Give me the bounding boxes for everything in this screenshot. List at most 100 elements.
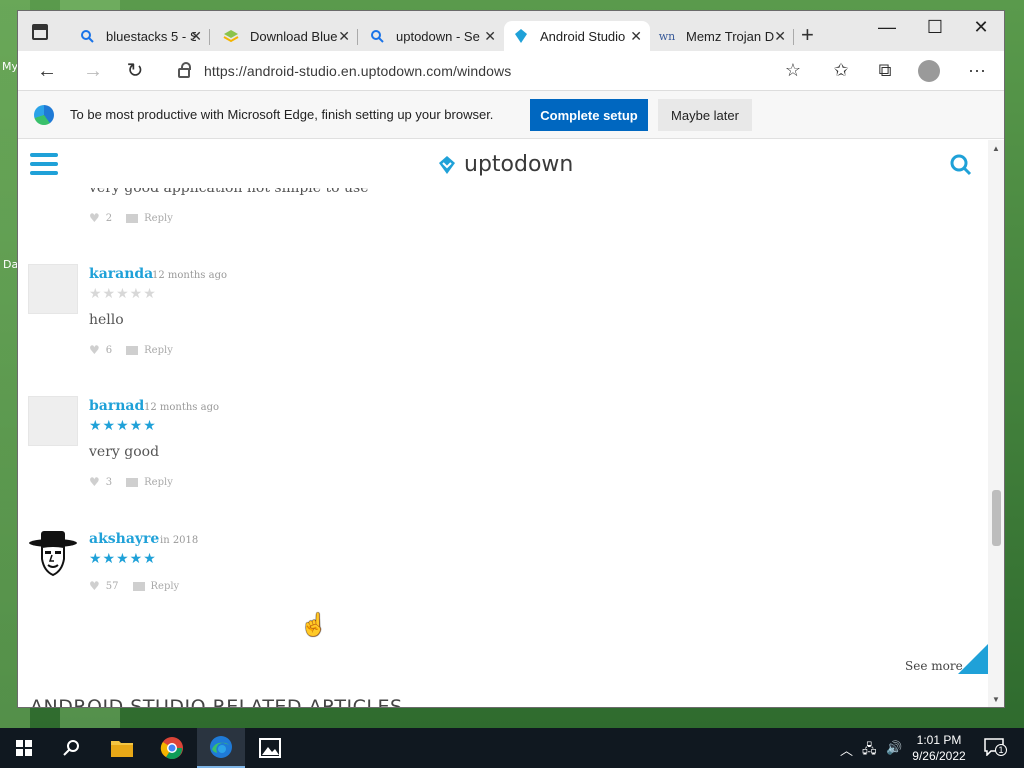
heart-icon[interactable]: ♥ xyxy=(89,211,100,225)
reply-icon[interactable] xyxy=(126,477,139,487)
start-icon[interactable] xyxy=(0,728,48,768)
uptodown-logo-icon xyxy=(439,155,455,174)
close-icon[interactable]: ✕ xyxy=(630,28,642,45)
edge-icon[interactable] xyxy=(197,728,245,768)
volume-icon[interactable]: 🔊 xyxy=(886,740,902,756)
reply-icon[interactable] xyxy=(126,345,139,355)
system-clock[interactable]: 1:01 PM 9/26/2022 xyxy=(904,732,974,764)
desktop-icon-label[interactable]: My xyxy=(2,60,18,73)
search-icon xyxy=(368,28,386,44)
site-logo[interactable]: uptodown xyxy=(436,152,573,177)
reply-icon[interactable] xyxy=(126,213,139,223)
avatar xyxy=(28,529,78,579)
notification-icon[interactable]: 1 xyxy=(984,738,1007,759)
network-icon[interactable]: 🖧 xyxy=(862,740,877,762)
new-tab-icon[interactable]: + xyxy=(801,24,814,46)
see-more-link[interactable]: See more xyxy=(905,659,963,673)
comment-time: 12 months ago xyxy=(152,270,227,281)
comment-actions: ♥ 3 Reply xyxy=(89,475,173,489)
forward-icon[interactable]: → xyxy=(80,58,106,84)
comment-text: hello xyxy=(89,312,124,328)
tab-download-bluestacks[interactable]: Download Blue ✕ xyxy=(214,21,358,51)
file-explorer-icon[interactable] xyxy=(98,728,146,768)
search-icon xyxy=(78,28,96,44)
search-icon[interactable] xyxy=(48,728,96,768)
maybe-later-button[interactable]: Maybe later xyxy=(658,99,752,131)
infobar-message: To be most productive with Microsoft Edg… xyxy=(70,107,494,122)
back-icon[interactable]: ← xyxy=(34,58,60,84)
photos-icon[interactable] xyxy=(246,728,294,768)
reply-link[interactable]: Reply xyxy=(151,581,180,592)
menu-icon[interactable] xyxy=(30,153,58,175)
tab-separator xyxy=(357,29,358,45)
edge-setup-infobar: To be most productive with Microsoft Edg… xyxy=(18,91,1004,139)
collections-icon[interactable]: ⧉ xyxy=(872,60,898,81)
tab-separator xyxy=(793,29,794,45)
lock-icon[interactable] xyxy=(178,62,191,78)
scrollbar-thumb[interactable] xyxy=(992,490,1001,546)
comment-author[interactable]: barnad xyxy=(89,398,144,414)
close-icon[interactable]: ✕ xyxy=(190,28,202,45)
heart-icon[interactable]: ♥ xyxy=(89,475,100,489)
avatar xyxy=(28,396,78,446)
reply-icon[interactable] xyxy=(132,581,145,591)
desktop-icon-label[interactable]: Da xyxy=(3,258,18,271)
scroll-up-icon[interactable]: ▲ xyxy=(992,144,1000,153)
clock-date: 9/26/2022 xyxy=(912,749,966,763)
address-bar[interactable]: https://android-studio.en.uptodown.com/w… xyxy=(164,57,814,85)
close-icon[interactable]: ✕ xyxy=(338,28,350,45)
page-scrollbar[interactable]: ▲ ▼ xyxy=(988,140,1004,707)
taskbar: ︿ 🖧 🔊 1:01 PM 9/26/2022 1 xyxy=(0,728,1024,768)
reply-link[interactable]: Reply xyxy=(144,345,173,356)
more-menu-icon[interactable]: ··· xyxy=(964,60,990,81)
comment-time: in 2018 xyxy=(160,535,199,546)
minimize-icon[interactable]: — xyxy=(872,17,902,38)
tab-title: uptodown - Se xyxy=(396,28,480,44)
comment-time: 12 months ago xyxy=(144,402,219,413)
page-content: uptodown very good application not simpl… xyxy=(18,140,988,708)
complete-setup-button[interactable]: Complete setup xyxy=(530,99,648,131)
rating-stars: ★★★★★ xyxy=(89,285,157,301)
comment-author[interactable]: karanda xyxy=(89,266,153,282)
heart-icon[interactable]: ♥ xyxy=(89,579,100,593)
maximize-icon[interactable]: ☐ xyxy=(920,17,950,38)
tab-strip: bluestacks 5 - S ✕ Download Blue ✕ uptod… xyxy=(18,11,1004,51)
tab-title: bluestacks 5 - S xyxy=(106,28,196,44)
wn-icon: wn xyxy=(658,29,676,43)
hat-man-avatar-icon xyxy=(29,531,77,577)
like-count: 3 xyxy=(105,476,113,488)
heart-icon[interactable]: ♥ xyxy=(89,343,100,357)
reply-link[interactable]: Reply xyxy=(144,213,173,224)
comment-author[interactable]: akshayre xyxy=(89,531,159,547)
bluestacks-icon xyxy=(222,28,240,44)
comment-actions: ♥ 57 Reply xyxy=(89,579,179,593)
search-icon[interactable] xyxy=(950,154,972,176)
see-more-corner[interactable] xyxy=(958,644,988,674)
comment-actions: ♥ 2 Reply xyxy=(89,211,173,225)
like-count: 2 xyxy=(105,212,113,224)
add-favorite-icon[interactable]: ☆ xyxy=(780,60,806,81)
tab-title: Memz Trojan D xyxy=(686,28,775,44)
comment-text: very good xyxy=(89,444,160,460)
scroll-down-icon[interactable]: ▼ xyxy=(992,695,1000,704)
url-text[interactable]: https://android-studio.en.uptodown.com/w… xyxy=(204,63,511,79)
like-count: 57 xyxy=(105,580,119,592)
related-articles-heading: ANDROID STUDIO RELATED ARTICLES xyxy=(30,696,403,708)
tab-uptodown-search[interactable]: uptodown - Se ✕ xyxy=(360,21,504,51)
favorites-icon[interactable]: ✩ xyxy=(828,60,854,81)
show-hidden-icons-icon[interactable]: ︿ xyxy=(840,740,853,759)
tab-memz-trojan[interactable]: wn Memz Trojan D ✕ xyxy=(650,21,794,51)
tab-android-studio[interactable]: Android Studio ✕ xyxy=(504,21,650,51)
tab-bluestacks-search[interactable]: bluestacks 5 - S ✕ xyxy=(70,21,210,51)
edge-logo-icon xyxy=(34,105,54,125)
browser-toolbar: ← → ↻ https://android-studio.en.uptodown… xyxy=(18,51,1004,91)
rating-stars: ★★★★★ xyxy=(89,550,157,566)
tab-actions-icon[interactable] xyxy=(32,24,48,40)
profile-avatar[interactable] xyxy=(918,60,940,82)
chrome-icon[interactable] xyxy=(148,728,196,768)
close-icon[interactable]: ✕ xyxy=(774,28,786,45)
reply-link[interactable]: Reply xyxy=(144,477,173,488)
close-icon[interactable]: ✕ xyxy=(484,28,496,45)
close-window-icon[interactable]: ✕ xyxy=(966,17,996,38)
refresh-icon[interactable]: ↻ xyxy=(122,58,148,84)
